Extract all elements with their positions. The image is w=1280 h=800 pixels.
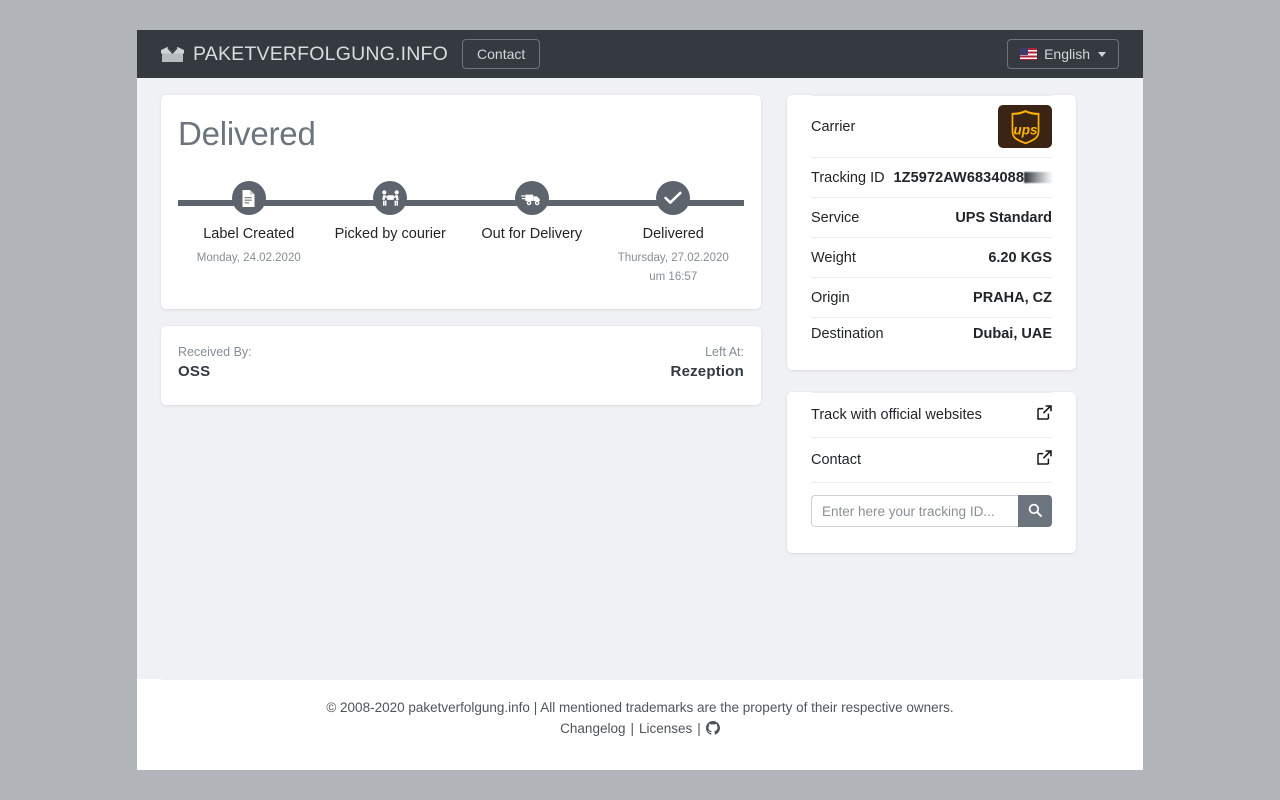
received-by-block: Received By: OSS (178, 345, 252, 380)
progress-tracker: Label Created Monday, 24.02.2020 Picked … (178, 175, 744, 287)
page-footer: © 2008-2020 paketverfolgung.info | All m… (137, 679, 1143, 770)
detail-row-tracking-id: Tracking ID 1Z5972AW6834088 (811, 157, 1052, 197)
step-dot-out-for-delivery (514, 181, 549, 215)
search-input[interactable] (811, 495, 1018, 527)
footer-copyright: © 2008-2020 paketverfolgung.info | All m… (326, 700, 954, 715)
document-icon (242, 189, 255, 207)
svg-text:ups: ups (1013, 122, 1037, 137)
footer-inner: © 2008-2020 paketverfolgung.info | All m… (161, 679, 1119, 736)
detail-row-destination: Destination Dubai, UAE (811, 317, 1052, 370)
tracker-step: Out for Delivery (461, 181, 603, 287)
site-brand[interactable]: PAKETVERFOLGUNG.INFO (161, 43, 448, 66)
link-track-official-websites[interactable]: Track with official websites (811, 392, 1052, 437)
language-selector[interactable]: English (1007, 39, 1119, 69)
left-at-value: Rezeption (670, 362, 744, 380)
page-body: Delivered Label Created Monday, 24.02.20… (137, 78, 1143, 690)
search-icon (1028, 503, 1042, 520)
tracking-id-value: 1Z5972AW6834088 (893, 169, 1052, 186)
tracking-id-text: 1Z5972AW6834088 (893, 169, 1024, 186)
check-icon (664, 191, 682, 204)
external-link-icon (1037, 450, 1052, 470)
language-label: English (1044, 46, 1090, 62)
footer-changelog-link[interactable]: Changelog (560, 721, 625, 736)
shipment-details-card: Carrier ups Tracking ID 1Z5972AW6834088 … (787, 95, 1076, 370)
left-at-label: Left At: (705, 344, 744, 359)
detail-key: Service (811, 209, 860, 226)
ups-logo: ups (998, 105, 1052, 148)
github-icon[interactable] (705, 721, 720, 736)
received-card: Received By: OSS Left At: Rezeption (161, 325, 761, 405)
status-card: Delivered Label Created Monday, 24.02.20… (161, 95, 761, 309)
detail-key: Origin (811, 289, 850, 306)
step-label: Picked by courier (334, 226, 446, 242)
open-box-icon (161, 46, 184, 63)
top-navbar: PAKETVERFOLGUNG.INFO Contact English (137, 30, 1143, 78)
search-button[interactable] (1018, 495, 1052, 527)
received-by-value: OSS (178, 362, 211, 380)
detail-row-origin: Origin PRAHA, CZ (811, 277, 1052, 317)
detail-row-carrier: Carrier ups (811, 95, 1052, 157)
links-card: Track with official websites Contact (787, 392, 1076, 553)
carrier-label: Carrier (811, 118, 856, 135)
footer-separator: | (697, 720, 701, 736)
browser-content: PAKETVERFOLGUNG.INFO Contact English Del… (137, 30, 1143, 770)
navbar-right: English (1007, 39, 1119, 69)
detail-row-weight: Weight 6.20 KGS (811, 237, 1052, 277)
detail-row-service: Service UPS Standard (811, 197, 1052, 237)
handover-icon (381, 190, 399, 206)
chevron-down-icon (1098, 51, 1106, 57)
link-label: Track with official websites (811, 407, 982, 423)
detail-key: Weight (811, 249, 856, 266)
link-contact[interactable]: Contact (811, 437, 1052, 482)
footer-separator: | (630, 720, 634, 736)
truck-icon (521, 194, 541, 205)
us-flag-icon (1020, 48, 1038, 60)
redaction-blur (1024, 172, 1052, 183)
contact-button[interactable]: Contact (462, 38, 541, 70)
page-title: Delivered (178, 115, 316, 152)
detail-key: Destination (811, 326, 884, 342)
step-dot-label-created (231, 181, 266, 215)
footer-licenses-link[interactable]: Licenses (639, 721, 692, 736)
tracker-step: Delivered Thursday, 27.02.2020 um 16:57 (603, 181, 745, 287)
step-label: Label Created (203, 226, 295, 242)
step-date: Thursday, 27.02.2020 um 16:57 (617, 252, 729, 283)
detail-value: Dubai, UAE (973, 326, 1052, 342)
left-column: Delivered Label Created Monday, 24.02.20… (161, 95, 761, 690)
left-at-block: Left At: Rezeption (671, 345, 744, 380)
footer-links: Changelog | Licenses | (161, 721, 1119, 736)
step-dot-picked-by-courier (373, 181, 408, 215)
tracker-step: Label Created Monday, 24.02.2020 (178, 181, 320, 287)
right-column: Carrier ups Tracking ID 1Z5972AW6834088 … (787, 95, 1076, 690)
step-label: Out for Delivery (481, 226, 583, 242)
external-link-icon (1037, 405, 1052, 425)
detail-value: PRAHA, CZ (973, 289, 1052, 306)
brand-text: PAKETVERFOLGUNG.INFO (193, 42, 449, 65)
detail-key: Tracking ID (811, 169, 885, 186)
tracker-step: Picked by courier (320, 181, 462, 287)
received-by-label: Received By: (178, 344, 252, 359)
link-label: Contact (811, 452, 861, 468)
step-dot-delivered (656, 181, 691, 215)
step-date: Monday, 24.02.2020 (196, 252, 301, 264)
detail-value: UPS Standard (955, 209, 1052, 226)
tracker-steps: Label Created Monday, 24.02.2020 Picked … (178, 181, 744, 287)
detail-value: 6.20 KGS (988, 249, 1052, 266)
screenshot-viewport: PAKETVERFOLGUNG.INFO Contact English Del… (0, 0, 1280, 800)
step-label: Delivered (642, 226, 704, 242)
tracking-search-form (811, 482, 1052, 527)
